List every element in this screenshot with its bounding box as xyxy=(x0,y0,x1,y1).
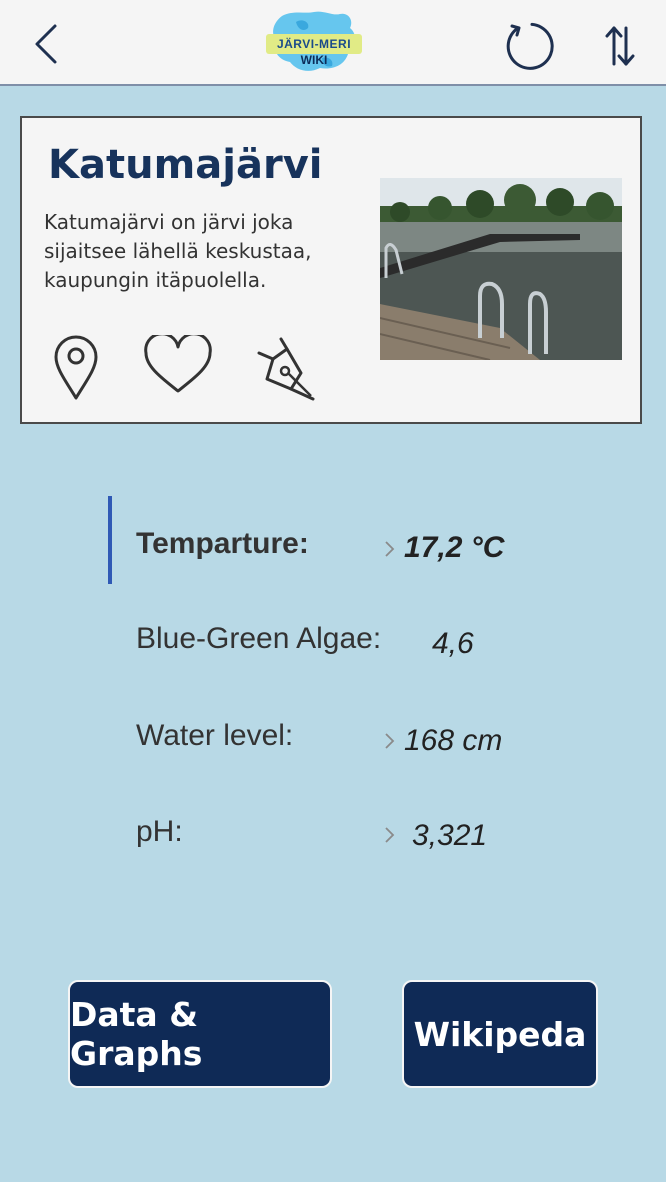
algae-label[interactable]: Blue-Green Algae: xyxy=(136,622,381,656)
sort-icon xyxy=(605,26,635,66)
algae-value: 4,6 xyxy=(432,627,474,660)
lake-description: Katumajärvi on järvi joka sijaitsee lähe… xyxy=(44,210,312,292)
logo-subtitle: WIKI xyxy=(300,53,328,67)
sort-button[interactable] xyxy=(588,14,652,78)
wikipedia-button[interactable]: Wikipeda xyxy=(402,980,598,1088)
back-button[interactable] xyxy=(18,14,74,74)
chevron-left-icon xyxy=(35,24,57,64)
ph-label[interactable]: pH: xyxy=(136,815,183,849)
water-level-value: 168 cm xyxy=(404,724,503,757)
temperature-value: 17,2 °C xyxy=(404,531,505,564)
data-graphs-button[interactable]: Data & Graphs xyxy=(68,980,332,1088)
location-button[interactable] xyxy=(50,332,102,402)
refresh-icon xyxy=(506,22,554,70)
selected-indicator xyxy=(108,496,112,584)
logo-title: JÄRVI-MERI xyxy=(266,34,362,54)
refresh-button[interactable] xyxy=(496,14,560,78)
heart-icon xyxy=(144,335,212,393)
lake-info-card: Katumajärvi Katumajärvi on järvi joka si… xyxy=(20,116,642,424)
pen-icon xyxy=(257,337,315,401)
chevron-right-icon xyxy=(385,733,395,749)
location-pin-icon xyxy=(54,335,98,400)
app-logo: JÄRVI-MERI WIKI xyxy=(262,8,366,78)
lake-name: Katumajärvi xyxy=(48,142,323,188)
chevron-right-icon xyxy=(385,541,395,557)
top-bar: JÄRVI-MERI WIKI xyxy=(0,0,666,86)
water-level-label[interactable]: Water level: xyxy=(136,719,293,753)
edit-button[interactable] xyxy=(250,332,322,404)
favorite-button[interactable] xyxy=(142,332,214,398)
temperature-label[interactable]: Temparture: xyxy=(136,527,309,561)
chevron-right-icon xyxy=(385,827,395,843)
ph-value: 3,321 xyxy=(412,819,488,852)
lake-photo xyxy=(380,178,622,360)
